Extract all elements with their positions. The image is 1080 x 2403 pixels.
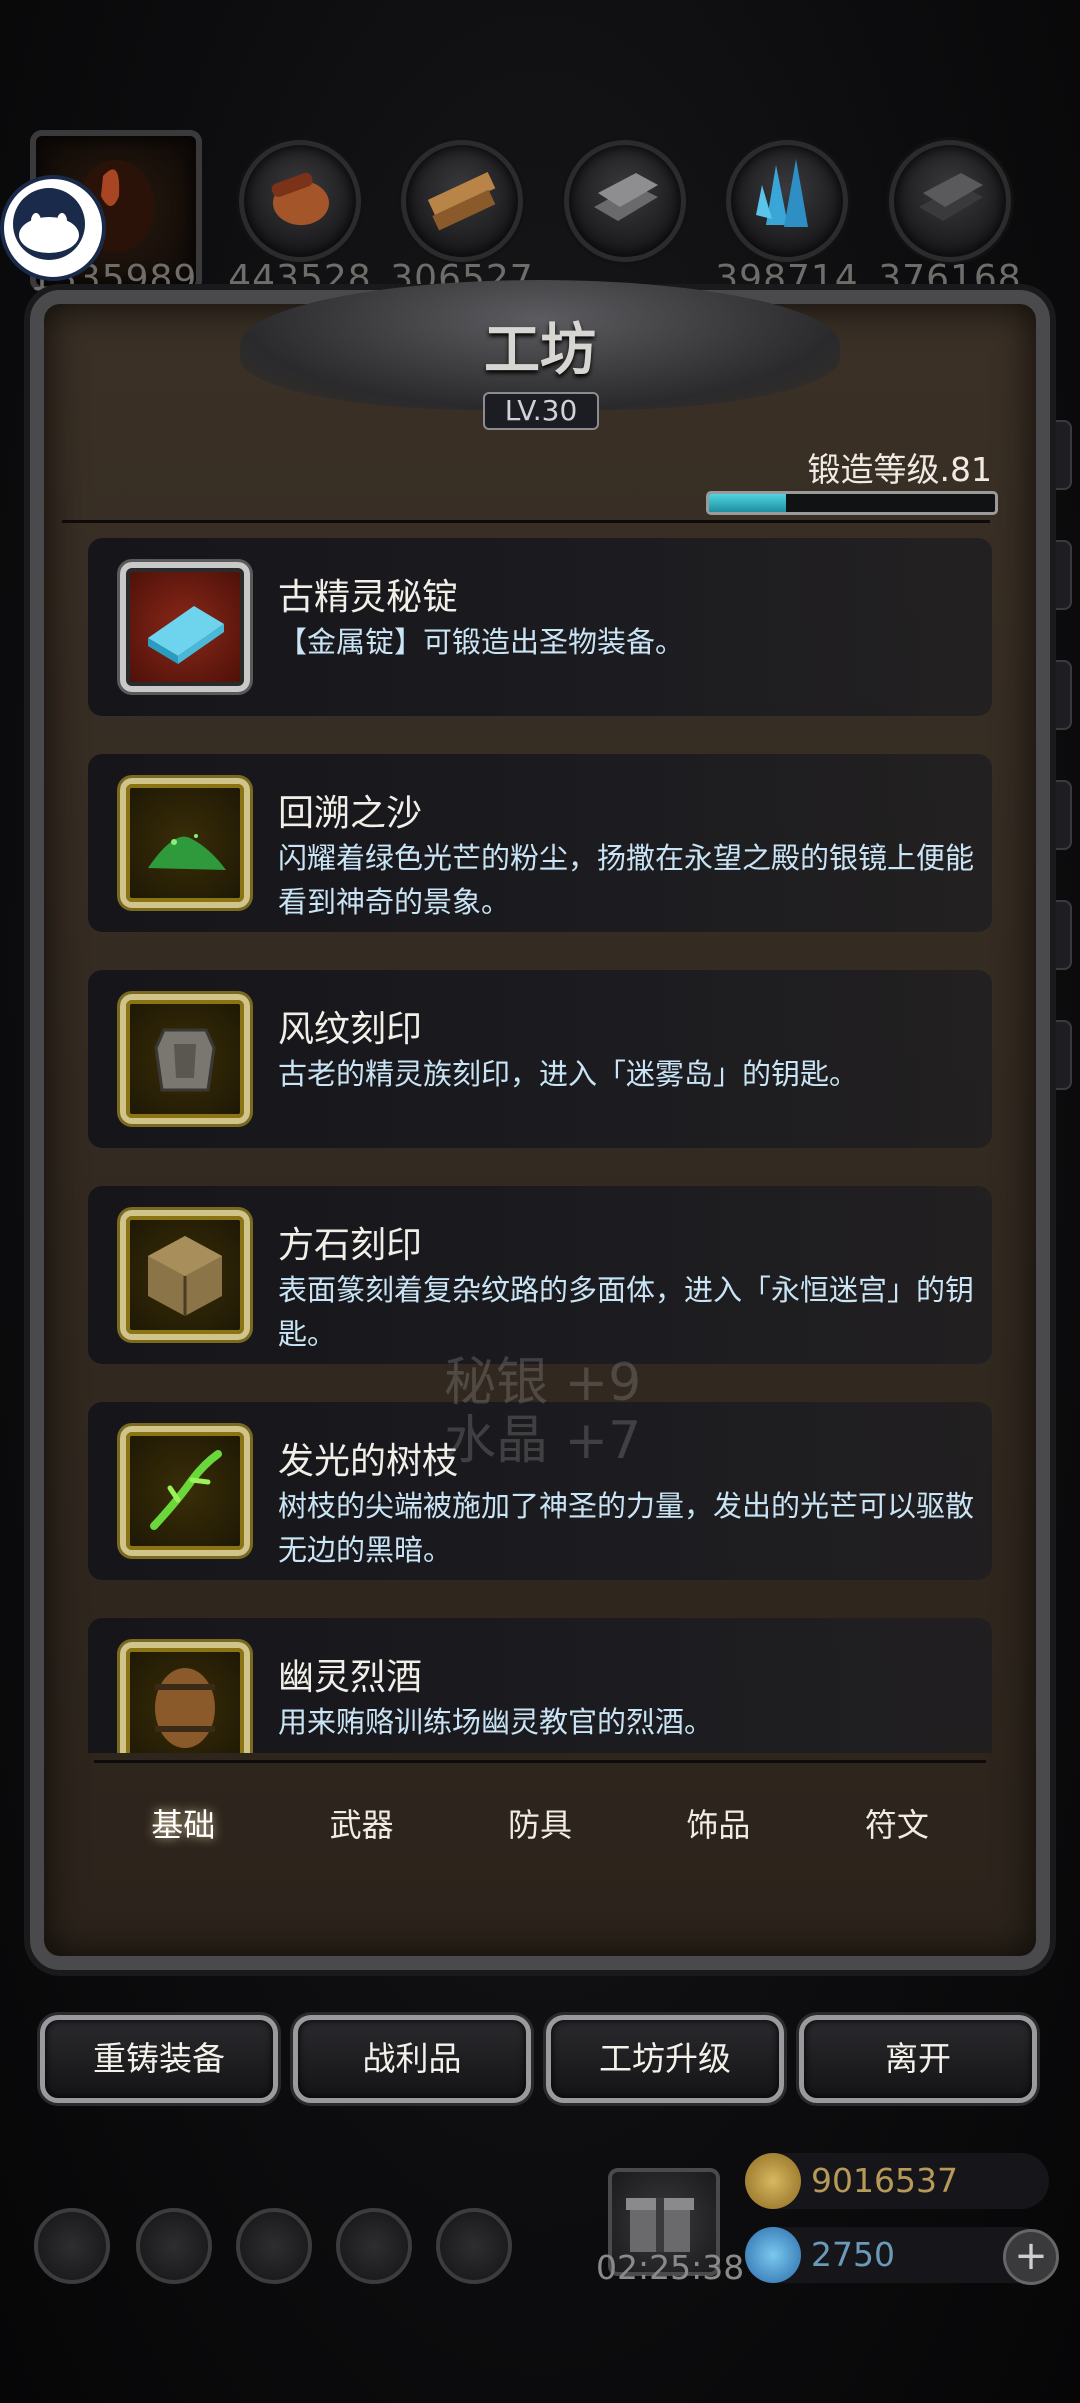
settings-gear-icon[interactable] (34, 2208, 110, 2284)
glowing-branch-icon (120, 1426, 250, 1556)
blue-crystal-icon (726, 140, 848, 262)
list-item[interactable]: 幽灵烈酒 用来贿赂训练场幽灵教官的烈酒。 (88, 1618, 992, 1753)
tab-accessories[interactable]: 饰品 (629, 1790, 807, 1860)
level-badge: LV.30 (483, 392, 599, 430)
iron-ingot-icon (564, 140, 686, 262)
gift-timer: 02:25:38 (596, 2248, 745, 2287)
item-desc: 用来贿赂训练场幽灵教官的烈酒。 (278, 1705, 714, 1739)
gold-coin-icon (745, 2153, 801, 2209)
tab-runes[interactable]: 符文 (808, 1790, 986, 1860)
forge-progress-fill (709, 494, 787, 512)
item-name: 回溯之沙 (278, 793, 423, 834)
reforge-button[interactable]: 重铸装备 (40, 2015, 278, 2103)
forge-progress-bar (706, 491, 998, 515)
panel-title: 工坊 (484, 317, 596, 383)
resource-slot[interactable]: 398714 (712, 130, 862, 300)
star-icon[interactable] (136, 2208, 212, 2284)
dark-ingot-icon (889, 140, 1011, 262)
item-name: 幽灵烈酒 (278, 1657, 423, 1698)
list-item[interactable]: 古精灵秘锭 【金属锭】可锻造出圣物装备。 (88, 538, 992, 716)
tabs-divider (94, 1760, 986, 1763)
blue-gem-icon (745, 2227, 801, 2283)
item-name: 风纹刻印 (278, 1009, 423, 1050)
item-name: 方石刻印 (278, 1225, 423, 1266)
barrel-icon (120, 1642, 250, 1753)
resource-slot[interactable]: 376168 (875, 130, 1025, 300)
category-tabs: 基础 武器 防具 饰品 符文 (94, 1790, 986, 1860)
leave-button[interactable]: 离开 (799, 2015, 1037, 2103)
gem-amount: 2750 (811, 2235, 895, 2274)
item-desc: 树枝的尖端被施加了神圣的力量，发出的光芒可以驱散无边的黑暗。 (278, 1489, 975, 1567)
item-name: 发光的树枝 (278, 1441, 459, 1482)
resource-slot[interactable]: 306527 (387, 130, 537, 300)
ghost-text: 水晶 +7 (444, 1411, 642, 1471)
armor-seal-icon (120, 994, 250, 1124)
list-item[interactable]: 风纹刻印 古老的精灵族刻印，进入「迷雾岛」的钥匙。 (88, 970, 992, 1148)
resource-slot[interactable]: 443528 (225, 130, 375, 300)
upgrade-workshop-button[interactable]: 工坊升级 (546, 2015, 784, 2103)
item-desc: 闪耀着绿色光芒的粉尘，扬撒在永望之殿的银镜上便能看到神奇的景象。 (278, 841, 975, 919)
ice-ingot-icon (120, 562, 250, 692)
divider (62, 520, 990, 523)
item-name: 古精灵秘锭 (278, 577, 459, 618)
item-list[interactable]: 古精灵秘锭 【金属锭】可锻造出圣物装备。 回溯之沙 闪耀着绿色光芒的粉尘，扬撒在… (88, 538, 992, 1753)
gold-currency: 9016537 (745, 2153, 1049, 2209)
item-desc: 古老的精灵族刻印，进入「迷雾岛」的钥匙。 (278, 1057, 859, 1091)
list-item[interactable]: 方石刻印 表面篆刻着复杂纹路的多面体，进入「永恒迷宫」的钥匙。 (88, 1186, 992, 1364)
add-currency-button[interactable]: + (1003, 2229, 1059, 2285)
tab-armor[interactable]: 防具 (451, 1790, 629, 1860)
tab-weapons[interactable]: 武器 (272, 1790, 450, 1860)
wood-plank-icon (401, 140, 523, 262)
action-buttons: 重铸装备 战利品 工坊升级 离开 (40, 2015, 1040, 2105)
assistant-bubble-icon[interactable] (0, 175, 106, 281)
green-sand-icon (120, 778, 250, 908)
tab-basic[interactable]: 基础 (94, 1790, 272, 1860)
resource-slot[interactable]: 306527 (550, 130, 700, 300)
cube-icon[interactable] (436, 2208, 512, 2284)
wood-plank-icon (239, 140, 361, 262)
forge-level-label: 锻造等级.81 (807, 450, 992, 489)
loot-button[interactable]: 战利品 (293, 2015, 531, 2103)
item-desc: 【金属锭】可锻造出圣物装备。 (278, 625, 685, 659)
list-item[interactable]: 回溯之沙 闪耀着绿色光芒的粉尘，扬撒在永望之殿的银镜上便能看到神奇的景象。 (88, 754, 992, 932)
mail-icon[interactable] (336, 2208, 412, 2284)
stone-cube-icon (120, 1210, 250, 1340)
helmet-icon[interactable] (236, 2208, 312, 2284)
gold-amount: 9016537 (811, 2161, 958, 2200)
